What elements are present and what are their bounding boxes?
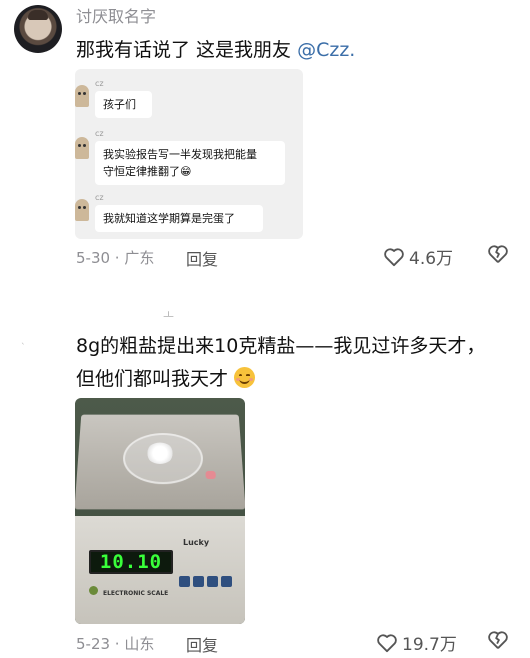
comment-date-location: 5-23 · 山东 [76,635,155,653]
like-count: 19.7万 [402,635,457,655]
scale-photo-image[interactable]: Lucky 10.10 ELECTRONIC SCALE [75,398,245,624]
chat-sender: cz [95,129,104,138]
pink-object [205,470,216,480]
reply-button[interactable]: 回复 [186,246,218,270]
chat-avatar-icon [75,85,89,107]
chat-bubble-line: 守恒定律推翻了😁 [103,165,192,178]
like-button[interactable]: 19.7万 [376,630,457,655]
chat-bubble: 我实验报告写一半发现我把能量 守恒定律推翻了😁 [95,141,285,185]
scale-display: 10.10 [89,550,173,574]
power-led-icon [89,586,98,595]
user-avatar[interactable] [14,5,62,53]
like-button[interactable]: 4.6万 [383,244,453,269]
decor-mark: ` [21,343,26,353]
comment-1: 讨厌取名字 那我有话说了 这是我朋友 @Czz. cz 孩子们 cz 我实验报告… [0,0,530,290]
chat-sender: cz [95,79,104,88]
chat-sender: cz [95,193,104,202]
mention-link[interactable]: @Czz. [297,39,355,61]
scale-brand: Lucky [183,538,210,547]
scale-plate [75,414,245,510]
scale-keys [179,576,232,587]
heart-outline-icon [377,633,397,652]
comment-date-location: 5-30 · 广东 [76,249,155,267]
comment-text-body: 那我有话说了 这是我朋友 [76,39,298,61]
comment-text-line: 但他们都叫我天才 [76,363,506,396]
salt-pile [145,442,175,464]
comment-text: 8g的粗盐提出来10克精盐——我见过许多天才， 但他们都叫我天才 [76,330,506,396]
comment-text-line: 8g的粗盐提出来10克精盐——我见过许多天才， [76,335,486,357]
heart-outline-icon [384,247,404,266]
broken-heart-icon [488,631,508,649]
like-count: 4.6万 [409,249,454,269]
chat-avatar-icon [75,137,89,159]
comment-text: 那我有话说了 这是我朋友 @Czz. [76,35,355,62]
chat-bubble-line: 我实验报告写一半发现我把能量 [103,148,257,161]
chat-screenshot-image[interactable]: cz 孩子们 cz 我实验报告写一半发现我把能量 守恒定律推翻了😁 cz 我就知… [75,69,303,239]
chat-avatar-icon [75,199,89,221]
reply-button[interactable]: 回复 [186,632,218,656]
broken-heart-icon [488,245,508,263]
smile-emoji-icon [234,367,256,388]
chat-bubble: 孩子们 [95,91,152,118]
dislike-button[interactable] [487,630,509,654]
scale-body: Lucky 10.10 ELECTRONIC SCALE [75,516,245,624]
chat-bubble: 我就知道这学期算是完蛋了 [95,205,263,232]
comment-text-body: 但他们都叫我天才 [76,368,229,390]
username[interactable]: 讨厌取名字 [76,3,156,27]
decor-mark: ㅗ [163,308,175,322]
scale-label: ELECTRONIC SCALE [103,590,169,597]
dislike-button[interactable] [487,244,509,268]
